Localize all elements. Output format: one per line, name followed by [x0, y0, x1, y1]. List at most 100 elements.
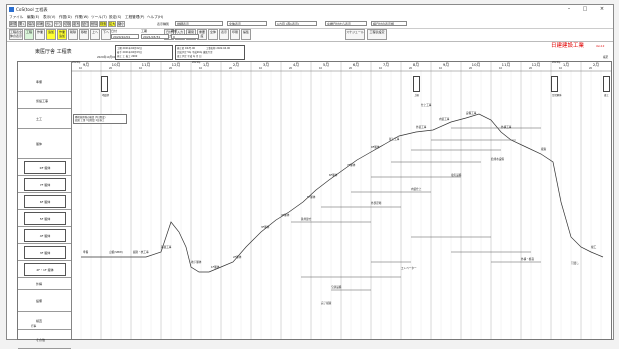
activity-label[interactable]: RF躯体	[371, 146, 379, 149]
view-selector-4[interactable]: 横日付の表示幅	[371, 21, 407, 26]
activity-label[interactable]: 1F躯体	[211, 266, 219, 269]
activity-label[interactable]: 5F躯体	[307, 196, 315, 199]
delete-ribbon-button[interactable]: 削除	[68, 29, 78, 40]
work-ribbon-button[interactable]: 作業	[35, 29, 45, 40]
paste-button[interactable]: 貼付	[81, 21, 89, 27]
activity-label[interactable]: 外装工事	[416, 126, 426, 129]
activity-label[interactable]: 7F躯体	[347, 164, 355, 167]
activity-label[interactable]: 電気設備	[451, 174, 461, 177]
process-ribbon-button[interactable]: 工程	[24, 29, 34, 40]
month-label: 5月	[322, 62, 330, 67]
activity-label[interactable]: 引渡し	[571, 262, 579, 265]
activity-label[interactable]: 外構工事	[501, 126, 511, 129]
window-title: CoS(tool 工程表	[16, 7, 48, 12]
day-label: 20	[589, 67, 593, 70]
row-label: 土工	[36, 117, 43, 121]
print-ribbon-button[interactable]: 印刷	[230, 29, 240, 40]
row-header: 5F 躯体	[18, 210, 71, 227]
view-selector-1[interactable]: 全体表示	[227, 21, 267, 26]
show-ribbon-button[interactable]: 表示	[219, 29, 229, 40]
delete-button[interactable]: 削除	[90, 21, 98, 27]
row-label: 準備	[36, 80, 43, 84]
month-label: 10月	[471, 62, 481, 67]
activity-label[interactable]: 掘削・杭工事	[133, 251, 149, 254]
info-line: 着手 2021年04月03日	[117, 51, 142, 54]
month-label: 9月	[442, 62, 450, 67]
find-button[interactable]: 検索	[99, 21, 107, 27]
activity-label[interactable]: 給排水設備	[491, 158, 504, 161]
activity-label[interactable]: 設備工事	[466, 112, 476, 115]
activity-label[interactable]: 仕上工事	[421, 104, 431, 107]
field-label: 期間	[171, 29, 178, 33]
milestone-label: 上棟	[414, 94, 419, 97]
activity-label[interactable]: 完了検査	[321, 302, 331, 305]
day-label: 20	[409, 67, 413, 70]
add-ribbon-button[interactable]: 追加	[46, 29, 56, 40]
activity-label[interactable]: エレベーター	[401, 267, 417, 270]
view-selector-2[interactable]: 1カ月 (週1表示)	[275, 21, 317, 26]
all-ribbon-button[interactable]: 全体	[208, 29, 218, 40]
add-work-ribbon-button[interactable]: 作業追加	[57, 29, 67, 40]
info-line: 竣工予定 平成 年 月 日	[177, 55, 202, 58]
activity-label[interactable]: 外構・植栽	[521, 258, 534, 261]
move-ribbon-button[interactable]: 移動	[79, 29, 89, 40]
milestone-marker[interactable]: 上棟	[413, 76, 420, 97]
activity-label[interactable]: 内装仕上	[411, 188, 421, 191]
day-label: 10	[259, 67, 263, 70]
activity-label[interactable]: 基礎工事	[161, 246, 171, 249]
activity-label[interactable]: 地下躯体	[191, 261, 201, 264]
close-button[interactable]: ×	[595, 5, 609, 14]
milestone-marker[interactable]: 地鎮祭	[101, 76, 109, 97]
activity-label[interactable]: 6F躯体	[329, 174, 337, 177]
day-label: 20	[109, 67, 113, 70]
day-label: 10	[439, 67, 443, 70]
row-header: 4F 躯体	[18, 227, 71, 244]
field-label: 工期	[141, 29, 148, 33]
row-header: 6F 躯体	[18, 193, 71, 210]
activity-label[interactable]: 屋上工事	[389, 138, 399, 141]
overview-ribbon-button[interactable]: 工程表全体の表示	[9, 29, 23, 40]
activity-label[interactable]: 空調設備	[331, 286, 341, 289]
zoom-out-button[interactable]: 縮小	[117, 21, 125, 27]
row-header: 躯体	[18, 129, 71, 159]
copy-button[interactable]: 複写	[72, 21, 80, 27]
new-button[interactable]: 新規	[9, 21, 17, 27]
activity-label[interactable]: 3F躯体	[261, 226, 269, 229]
side-label: 補足	[603, 56, 609, 59]
edit-ribbon-button[interactable]: 編集	[241, 29, 251, 40]
activity-label[interactable]: 準備	[83, 251, 88, 254]
maximize-button[interactable]: □	[578, 5, 592, 14]
open-button[interactable]: 開く	[18, 21, 26, 27]
activity-label[interactable]: 2F躯体	[233, 256, 241, 259]
date-field-1[interactable]: 2021/03/31	[141, 34, 169, 39]
day-label: 20	[529, 67, 533, 70]
schedule-button[interactable]: スケジュール	[345, 29, 365, 40]
company-name: 日建建設工業	[551, 43, 585, 49]
activity-label[interactable]: 内装工事	[439, 118, 449, 121]
chart-settings-button[interactable]: 工程表設定	[367, 29, 387, 40]
activity-label[interactable]: 検査	[541, 148, 546, 151]
up-ribbon-button[interactable]: 上へ	[90, 29, 100, 40]
day-label: 10	[379, 67, 383, 70]
date-field-0[interactable]: 2020/10/01	[111, 34, 139, 39]
view-selector-0[interactable]: 詳細表示	[175, 21, 223, 26]
view-selector-3[interactable]: 左端日付から表示	[325, 21, 367, 26]
activity-label[interactable]: 外部足場	[371, 202, 381, 205]
info-line: 工事名称 2022.04.00	[206, 47, 231, 50]
date-field-2[interactable]: 0	[171, 34, 199, 39]
print-button[interactable]: 印刷	[36, 21, 44, 27]
activity-label[interactable]: 4F躯体	[281, 214, 289, 217]
milestone-marker[interactable]: 足場解体	[551, 76, 562, 97]
activity-label[interactable]: 竣工	[591, 246, 596, 249]
milestone-marker[interactable]: 竣工	[603, 76, 610, 97]
cut-button[interactable]: 切取	[63, 21, 71, 27]
minimize-button[interactable]: –	[562, 5, 576, 14]
save-button[interactable]: 保存	[27, 21, 35, 27]
redo-button[interactable]: やり直し	[54, 21, 62, 27]
activity-label[interactable]: 山留(SMW)	[109, 251, 123, 254]
down-ribbon-button[interactable]: 下へ	[101, 29, 111, 40]
zoom-in-button[interactable]: 拡大	[108, 21, 116, 27]
critical-path-line	[81, 113, 604, 273]
activity-label[interactable]: 鉄骨建方	[301, 218, 311, 221]
undo-button[interactable]: 元に戻す	[45, 21, 53, 27]
